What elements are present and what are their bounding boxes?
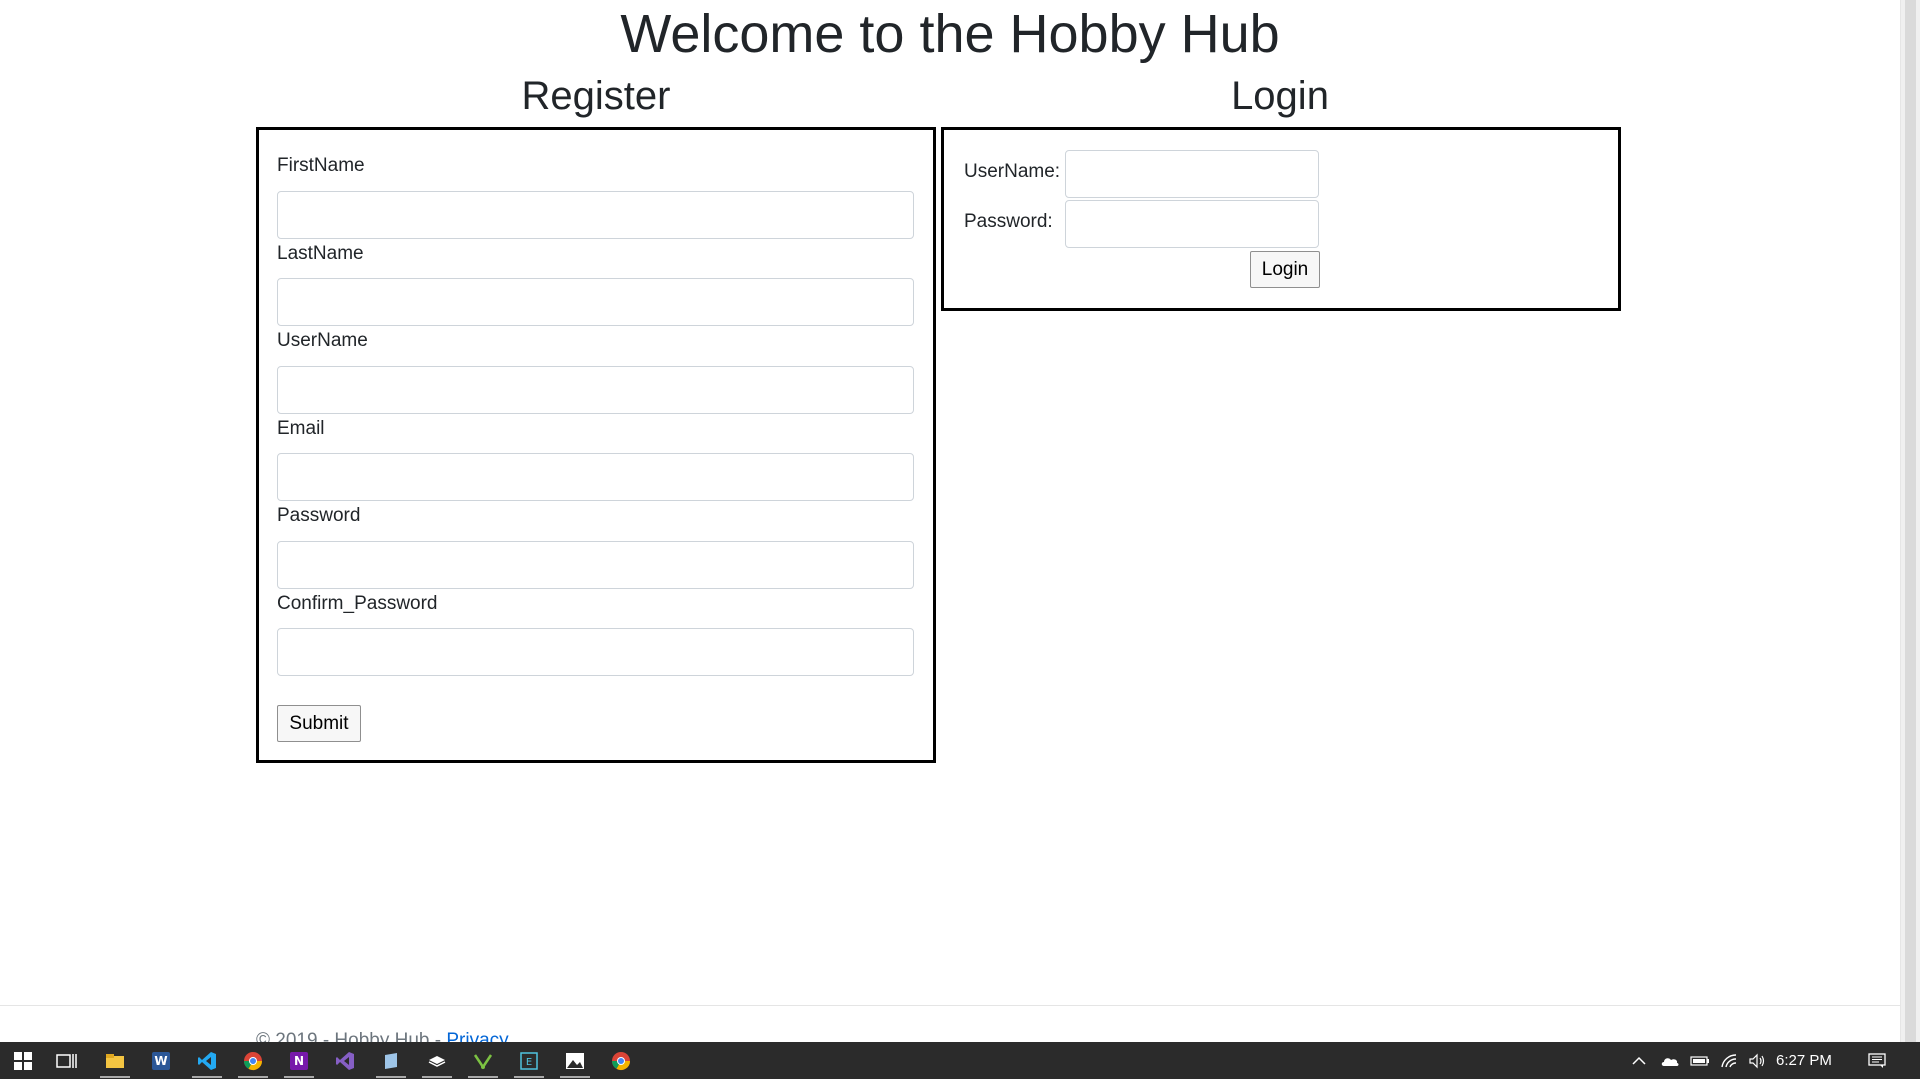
visual-studio-icon[interactable] — [322, 1042, 368, 1079]
file-explorer-icon[interactable] — [92, 1042, 138, 1079]
login-form: UserName: Password: Login — [941, 127, 1621, 311]
confirm-password-label: Confirm_Password — [277, 593, 438, 614]
page-title: Welcome to the Hobby Hub — [620, 4, 1280, 64]
username-label: UserName — [277, 330, 368, 351]
login-heading: Login — [1231, 74, 1329, 118]
footer-copyright: © 2019 - Hobby Hub - — [256, 1030, 447, 1042]
footer-divider — [0, 1005, 1900, 1006]
volume-icon[interactable] — [1748, 1042, 1766, 1079]
task-view-icon[interactable] — [44, 1042, 90, 1079]
register-form: FirstName LastName UserName Email Passwo… — [256, 127, 936, 763]
login-password-label: Password: — [964, 211, 1053, 232]
email-label: Email — [277, 418, 325, 439]
confirm-password-input[interactable] — [277, 628, 914, 676]
login-username-input[interactable] — [1065, 150, 1319, 198]
battery-icon[interactable] — [1690, 1042, 1710, 1079]
email-input[interactable] — [277, 453, 914, 501]
svg-text:E: E — [526, 1057, 532, 1068]
start-icon[interactable] — [0, 1042, 46, 1079]
chrome-icon[interactable] — [230, 1042, 276, 1079]
taskbar: W N E 6:27 PM — [0, 1042, 1920, 1079]
onenote-icon[interactable]: N — [276, 1042, 322, 1079]
taskbar-clock[interactable]: 6:27 PM — [1776, 1042, 1832, 1079]
scrollbar-thumb[interactable] — [1905, 0, 1916, 1042]
privacy-link[interactable]: Privacy — [446, 1030, 508, 1042]
password-input[interactable] — [277, 541, 914, 589]
onedrive-icon[interactable] — [1660, 1042, 1680, 1079]
lastname-input[interactable] — [277, 278, 914, 326]
password-label: Password — [277, 505, 361, 526]
vscode-icon[interactable] — [184, 1042, 230, 1079]
browser-viewport: Welcome to the Hobby Hub Register Login … — [0, 0, 1900, 1042]
login-username-label: UserName: — [964, 161, 1061, 182]
login-password-input[interactable] — [1065, 200, 1319, 248]
chrome-icon[interactable] — [598, 1042, 644, 1079]
lastname-label: LastName — [277, 243, 364, 264]
vertical-scrollbar[interactable] — [1900, 0, 1920, 1042]
submit-button[interactable]: Submit — [277, 705, 361, 742]
app-icon[interactable] — [368, 1042, 414, 1079]
wifi-icon[interactable] — [1720, 1042, 1738, 1079]
username-input[interactable] — [277, 366, 914, 414]
app-icon[interactable] — [460, 1042, 506, 1079]
footer: © 2019 - Hobby Hub - Privacy — [256, 1030, 509, 1042]
app-icon[interactable]: E — [506, 1042, 552, 1079]
word-icon[interactable]: W — [138, 1042, 184, 1079]
firstname-label: FirstName — [277, 155, 365, 176]
action-center-icon[interactable] — [1868, 1042, 1886, 1079]
app-icon[interactable] — [414, 1042, 460, 1079]
photos-icon[interactable] — [552, 1042, 598, 1079]
firstname-input[interactable] — [277, 191, 914, 239]
login-button[interactable]: Login — [1250, 251, 1320, 288]
register-heading: Register — [521, 74, 671, 118]
show-hidden-icons-icon[interactable] — [1632, 1042, 1646, 1079]
